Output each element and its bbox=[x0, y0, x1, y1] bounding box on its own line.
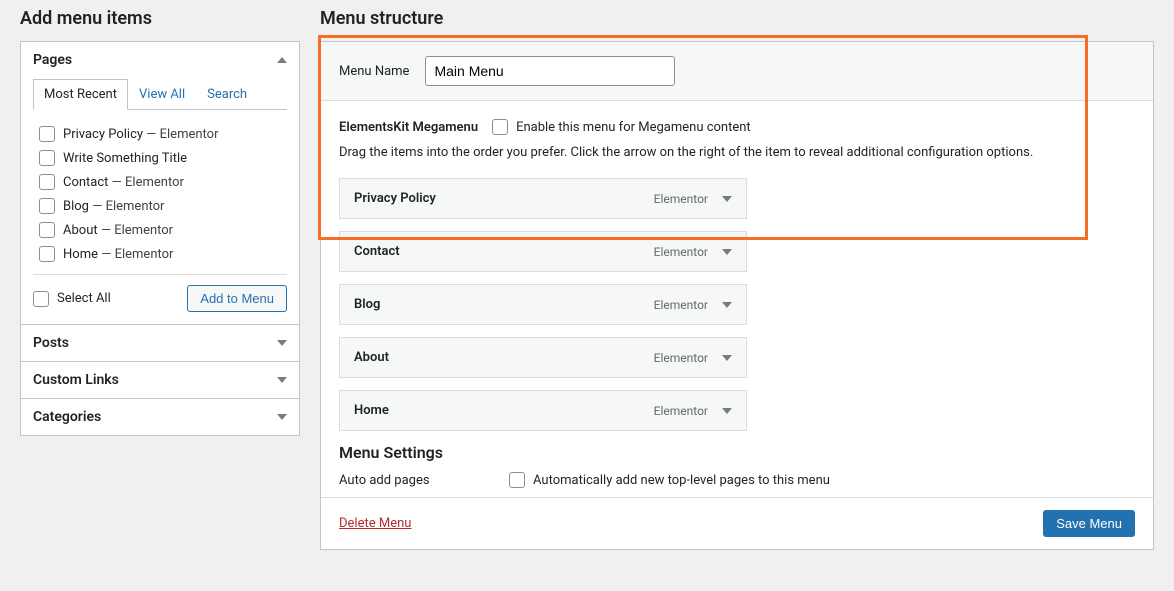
menu-item-controls: Elementor bbox=[654, 404, 732, 418]
chevron-down-icon[interactable] bbox=[722, 408, 732, 414]
menu-items-list: Privacy Policy Elementor Contact Element… bbox=[339, 178, 1135, 431]
megamenu-check-wrap: Enable this menu for Megamenu content bbox=[492, 119, 751, 135]
menu-item-controls: Elementor bbox=[654, 351, 732, 365]
chevron-down-icon[interactable] bbox=[722, 249, 732, 255]
page-item-label: Blog — Elementor bbox=[63, 199, 164, 214]
tab-most-recent[interactable]: Most Recent bbox=[33, 79, 128, 110]
menu-name-input[interactable] bbox=[425, 56, 675, 86]
postbox-pages-title: Pages bbox=[33, 52, 72, 68]
menu-item-controls: Elementor bbox=[654, 192, 732, 206]
select-all-checkbox[interactable] bbox=[33, 291, 49, 307]
list-item: Write Something Title bbox=[39, 146, 285, 170]
menu-item-bar[interactable]: Privacy Policy Elementor bbox=[340, 179, 746, 218]
instructions-text: Drag the items into the order you prefer… bbox=[339, 145, 1135, 160]
menu-item-title: Privacy Policy bbox=[354, 191, 436, 206]
page-item-label: Home — Elementor bbox=[63, 247, 173, 262]
postbox-categories-header[interactable]: Categories bbox=[21, 399, 299, 435]
tab-search[interactable]: Search bbox=[196, 79, 258, 110]
menu-structure-heading: Menu structure bbox=[320, 8, 1154, 29]
postbox-custom-links: Custom Links bbox=[21, 362, 299, 399]
postbox-categories-title: Categories bbox=[33, 409, 101, 425]
chevron-down-icon[interactable] bbox=[722, 355, 732, 361]
delete-menu-link[interactable]: Delete Menu bbox=[339, 516, 411, 531]
expand-icon bbox=[277, 377, 287, 383]
list-item: Blog — Elementor bbox=[39, 194, 285, 218]
page-item-label: About — Elementor bbox=[63, 223, 173, 238]
expand-icon bbox=[277, 340, 287, 346]
menu-item-title: About bbox=[354, 350, 389, 365]
postbox-posts: Posts bbox=[21, 325, 299, 362]
menu-item[interactable]: Privacy Policy Elementor bbox=[339, 178, 747, 219]
page-item-label: Contact — Elementor bbox=[63, 175, 184, 190]
chevron-down-icon[interactable] bbox=[722, 196, 732, 202]
auto-add-label: Auto add pages bbox=[339, 473, 489, 488]
menu-body: ElementsKit Megamenu Enable this menu fo… bbox=[321, 101, 1153, 497]
menu-item[interactable]: Contact Elementor bbox=[339, 231, 747, 272]
megamenu-row: ElementsKit Megamenu Enable this menu fo… bbox=[339, 119, 1135, 135]
menu-item-type: Elementor bbox=[654, 298, 708, 312]
checkbox[interactable] bbox=[39, 198, 55, 214]
menu-item[interactable]: About Elementor bbox=[339, 337, 747, 378]
metabox-sidebar: Pages Most Recent View All Search Privac… bbox=[20, 41, 300, 436]
add-menu-items-heading: Add menu items bbox=[20, 8, 300, 29]
menu-item-bar[interactable]: Blog Elementor bbox=[340, 285, 746, 324]
add-to-menu-button[interactable]: Add to Menu bbox=[187, 285, 287, 312]
postbox-posts-title: Posts bbox=[33, 335, 69, 351]
checkbox[interactable] bbox=[39, 126, 55, 142]
auto-add-checkbox[interactable] bbox=[509, 472, 525, 488]
menu-name-label: Menu Name bbox=[339, 64, 409, 79]
megamenu-checkbox[interactable] bbox=[492, 119, 508, 135]
menu-edit-header: Menu Name bbox=[321, 42, 1153, 101]
postbox-categories: Categories bbox=[21, 399, 299, 435]
menu-item-type: Elementor bbox=[654, 192, 708, 206]
postbox-custom-links-title: Custom Links bbox=[33, 372, 119, 388]
auto-add-checkbox-label: Automatically add new top-level pages to… bbox=[533, 473, 830, 488]
page-item-label: Write Something Title bbox=[63, 151, 187, 166]
select-all-wrap: Select All bbox=[33, 291, 111, 307]
checkbox[interactable] bbox=[39, 246, 55, 262]
auto-add-row: Auto add pages Automatically add new top… bbox=[339, 472, 1135, 488]
list-item: Contact — Elementor bbox=[39, 170, 285, 194]
expand-icon bbox=[277, 414, 287, 420]
chevron-down-icon[interactable] bbox=[722, 302, 732, 308]
megamenu-title: ElementsKit Megamenu bbox=[339, 120, 478, 135]
pages-controls: Select All Add to Menu bbox=[33, 274, 287, 312]
postbox-custom-links-header[interactable]: Custom Links bbox=[21, 362, 299, 398]
tab-view-all[interactable]: View All bbox=[128, 79, 196, 110]
checkbox[interactable] bbox=[39, 222, 55, 238]
menu-item-bar[interactable]: About Elementor bbox=[340, 338, 746, 377]
menu-item-title: Contact bbox=[354, 244, 400, 259]
menu-item[interactable]: Home Elementor bbox=[339, 390, 747, 431]
megamenu-checkbox-label: Enable this menu for Megamenu content bbox=[516, 120, 751, 135]
checkbox[interactable] bbox=[39, 174, 55, 190]
menu-item-title: Home bbox=[354, 403, 389, 418]
postbox-pages-header[interactable]: Pages bbox=[21, 42, 299, 78]
postbox-pages: Pages Most Recent View All Search Privac… bbox=[21, 42, 299, 325]
page-item-label: Privacy Policy — Elementor bbox=[63, 127, 219, 142]
checkbox[interactable] bbox=[39, 150, 55, 166]
menu-settings-heading: Menu Settings bbox=[339, 443, 1135, 462]
postbox-pages-body: Most Recent View All Search Privacy Poli… bbox=[21, 78, 299, 324]
menu-item-title: Blog bbox=[354, 297, 380, 312]
menu-item-bar[interactable]: Home Elementor bbox=[340, 391, 746, 430]
menu-item[interactable]: Blog Elementor bbox=[339, 284, 747, 325]
menu-item-type: Elementor bbox=[654, 351, 708, 365]
collapse-icon bbox=[277, 57, 287, 63]
select-all-label: Select All bbox=[57, 291, 111, 306]
save-menu-button[interactable]: Save Menu bbox=[1043, 510, 1135, 537]
postbox-posts-header[interactable]: Posts bbox=[21, 325, 299, 361]
pages-list: Privacy Policy — Elementor Write Somethi… bbox=[33, 118, 287, 274]
pages-tabs: Most Recent View All Search bbox=[33, 78, 287, 110]
list-item: Privacy Policy — Elementor bbox=[39, 122, 285, 146]
menu-item-controls: Elementor bbox=[654, 298, 732, 312]
menu-item-type: Elementor bbox=[654, 404, 708, 418]
menu-footer: Delete Menu Save Menu bbox=[321, 497, 1153, 549]
list-item: About — Elementor bbox=[39, 218, 285, 242]
list-item: Home — Elementor bbox=[39, 242, 285, 266]
menu-item-controls: Elementor bbox=[654, 245, 732, 259]
menu-item-type: Elementor bbox=[654, 245, 708, 259]
auto-add-field: Automatically add new top-level pages to… bbox=[509, 472, 1135, 488]
menu-edit-panel: Menu Name ElementsKit Megamenu Enable th… bbox=[320, 41, 1154, 550]
menu-item-bar[interactable]: Contact Elementor bbox=[340, 232, 746, 271]
